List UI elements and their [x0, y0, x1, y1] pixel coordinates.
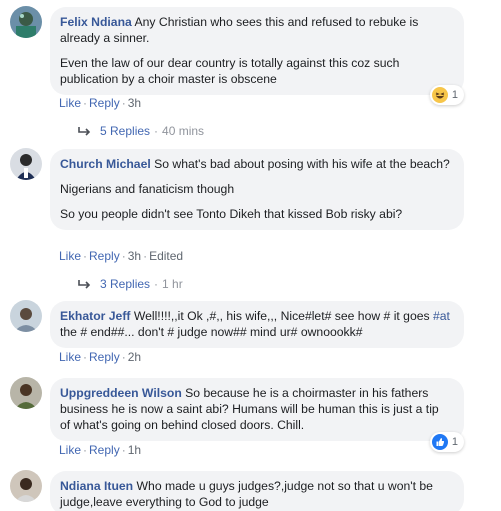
avatar[interactable] — [10, 300, 42, 332]
reply-link[interactable]: Reply — [89, 96, 120, 110]
replies-link[interactable]: 5 Replies — [100, 124, 150, 138]
separator-dot: · — [154, 277, 159, 291]
reaction-badge[interactable]: 1 — [429, 432, 464, 452]
reaction-count: 1 — [451, 89, 458, 101]
avatar[interactable] — [10, 377, 42, 409]
comment-author[interactable]: Ekhator Jeff — [60, 309, 130, 323]
like-link[interactable]: Like — [59, 350, 81, 364]
replies-time: 40 mins — [162, 124, 205, 138]
comment-bubble: Uppgreddeen Wilson So because he is a ch… — [50, 378, 464, 441]
separator-dot: · — [121, 443, 126, 457]
separator-dot: · — [121, 350, 126, 364]
comment-actions: Like · Reply · 2h — [59, 350, 141, 364]
like-icon — [431, 434, 448, 450]
reply-link[interactable]: Reply — [89, 249, 120, 263]
comment-bubble: Ekhator Jeff Well!!!!,,it Ok ,#,, his wi… — [50, 301, 464, 348]
comment-text: So what's bad about posing with his wife… — [154, 157, 450, 171]
separator-dot: · — [83, 96, 88, 110]
comment-body: Church Michael So what's bad about posin… — [60, 156, 452, 172]
separator-dot: · — [83, 350, 88, 364]
view-replies[interactable]: 3 Replies · 1 hr — [78, 277, 183, 291]
separator-dot: · — [154, 124, 159, 138]
replies-link[interactable]: 3 Replies — [100, 277, 150, 291]
like-link[interactable]: Like — [59, 443, 81, 457]
timestamp[interactable]: 3h — [128, 249, 141, 263]
comment-author[interactable]: Church Michael — [60, 157, 151, 171]
comment-text: the # end##... don't # judge now## mind … — [60, 325, 363, 339]
separator-dot: · — [121, 249, 126, 263]
comment-author[interactable]: Ndiana Ituen — [60, 479, 133, 493]
comment-body: Felix Ndiana Any Christian who sees this… — [60, 14, 452, 46]
reply-arrow-icon — [78, 127, 91, 136]
separator-dot: · — [121, 96, 126, 110]
hashtag-link[interactable]: #at — [433, 309, 450, 323]
haha-icon — [431, 87, 448, 103]
comment-text: Well!!!!,,it Ok ,#,, his wife,,, Nice#le… — [133, 309, 433, 323]
comment-text-paragraph: Even the law of our dear country is tota… — [60, 56, 400, 86]
timestamp[interactable]: 3h — [128, 96, 141, 110]
reply-arrow-icon — [78, 280, 91, 289]
separator-dot: · — [83, 443, 88, 457]
reaction-count: 1 — [451, 436, 458, 448]
reply-link[interactable]: Reply — [89, 443, 120, 457]
like-link[interactable]: Like — [59, 96, 81, 110]
comment-text-paragraph: So you people didn't see Tonto Dikeh tha… — [60, 207, 403, 221]
avatar[interactable] — [10, 148, 42, 180]
comment-text-paragraph: Nigerians and fanaticism though — [60, 182, 235, 196]
comment-bubble: Church Michael So what's bad about posin… — [50, 149, 464, 230]
comment-author[interactable]: Uppgreddeen Wilson — [60, 386, 182, 400]
reaction-badge[interactable]: 1 — [429, 85, 464, 105]
avatar[interactable] — [10, 470, 42, 502]
replies-time: 1 hr — [162, 277, 183, 291]
avatar[interactable] — [10, 6, 42, 38]
separator-dot: · — [83, 249, 88, 263]
edited-label[interactable]: Edited — [149, 249, 183, 263]
comment-body: Ndiana Ituen Who made u guys judges?,jud… — [60, 478, 452, 510]
comment-body: Ekhator Jeff Well!!!!,,it Ok ,#,, his wi… — [60, 308, 452, 340]
comment-actions: Like · Reply · 3h — [59, 96, 141, 110]
reply-link[interactable]: Reply — [89, 350, 120, 364]
comment-actions: Like · Reply · 3h · Edited — [59, 249, 183, 263]
comment-bubble: Felix Ndiana Any Christian who sees this… — [50, 7, 464, 95]
separator-dot: · — [143, 249, 148, 263]
comment-body: Uppgreddeen Wilson So because he is a ch… — [60, 385, 452, 433]
view-replies[interactable]: 5 Replies · 40 mins — [78, 124, 204, 138]
timestamp[interactable]: 2h — [128, 350, 141, 364]
comment-actions: Like · Reply · 1h — [59, 443, 141, 457]
comment-author[interactable]: Felix Ndiana — [60, 15, 132, 29]
like-link[interactable]: Like — [59, 249, 81, 263]
timestamp[interactable]: 1h — [128, 443, 141, 457]
comment-bubble: Ndiana Ituen Who made u guys judges?,jud… — [50, 471, 464, 511]
